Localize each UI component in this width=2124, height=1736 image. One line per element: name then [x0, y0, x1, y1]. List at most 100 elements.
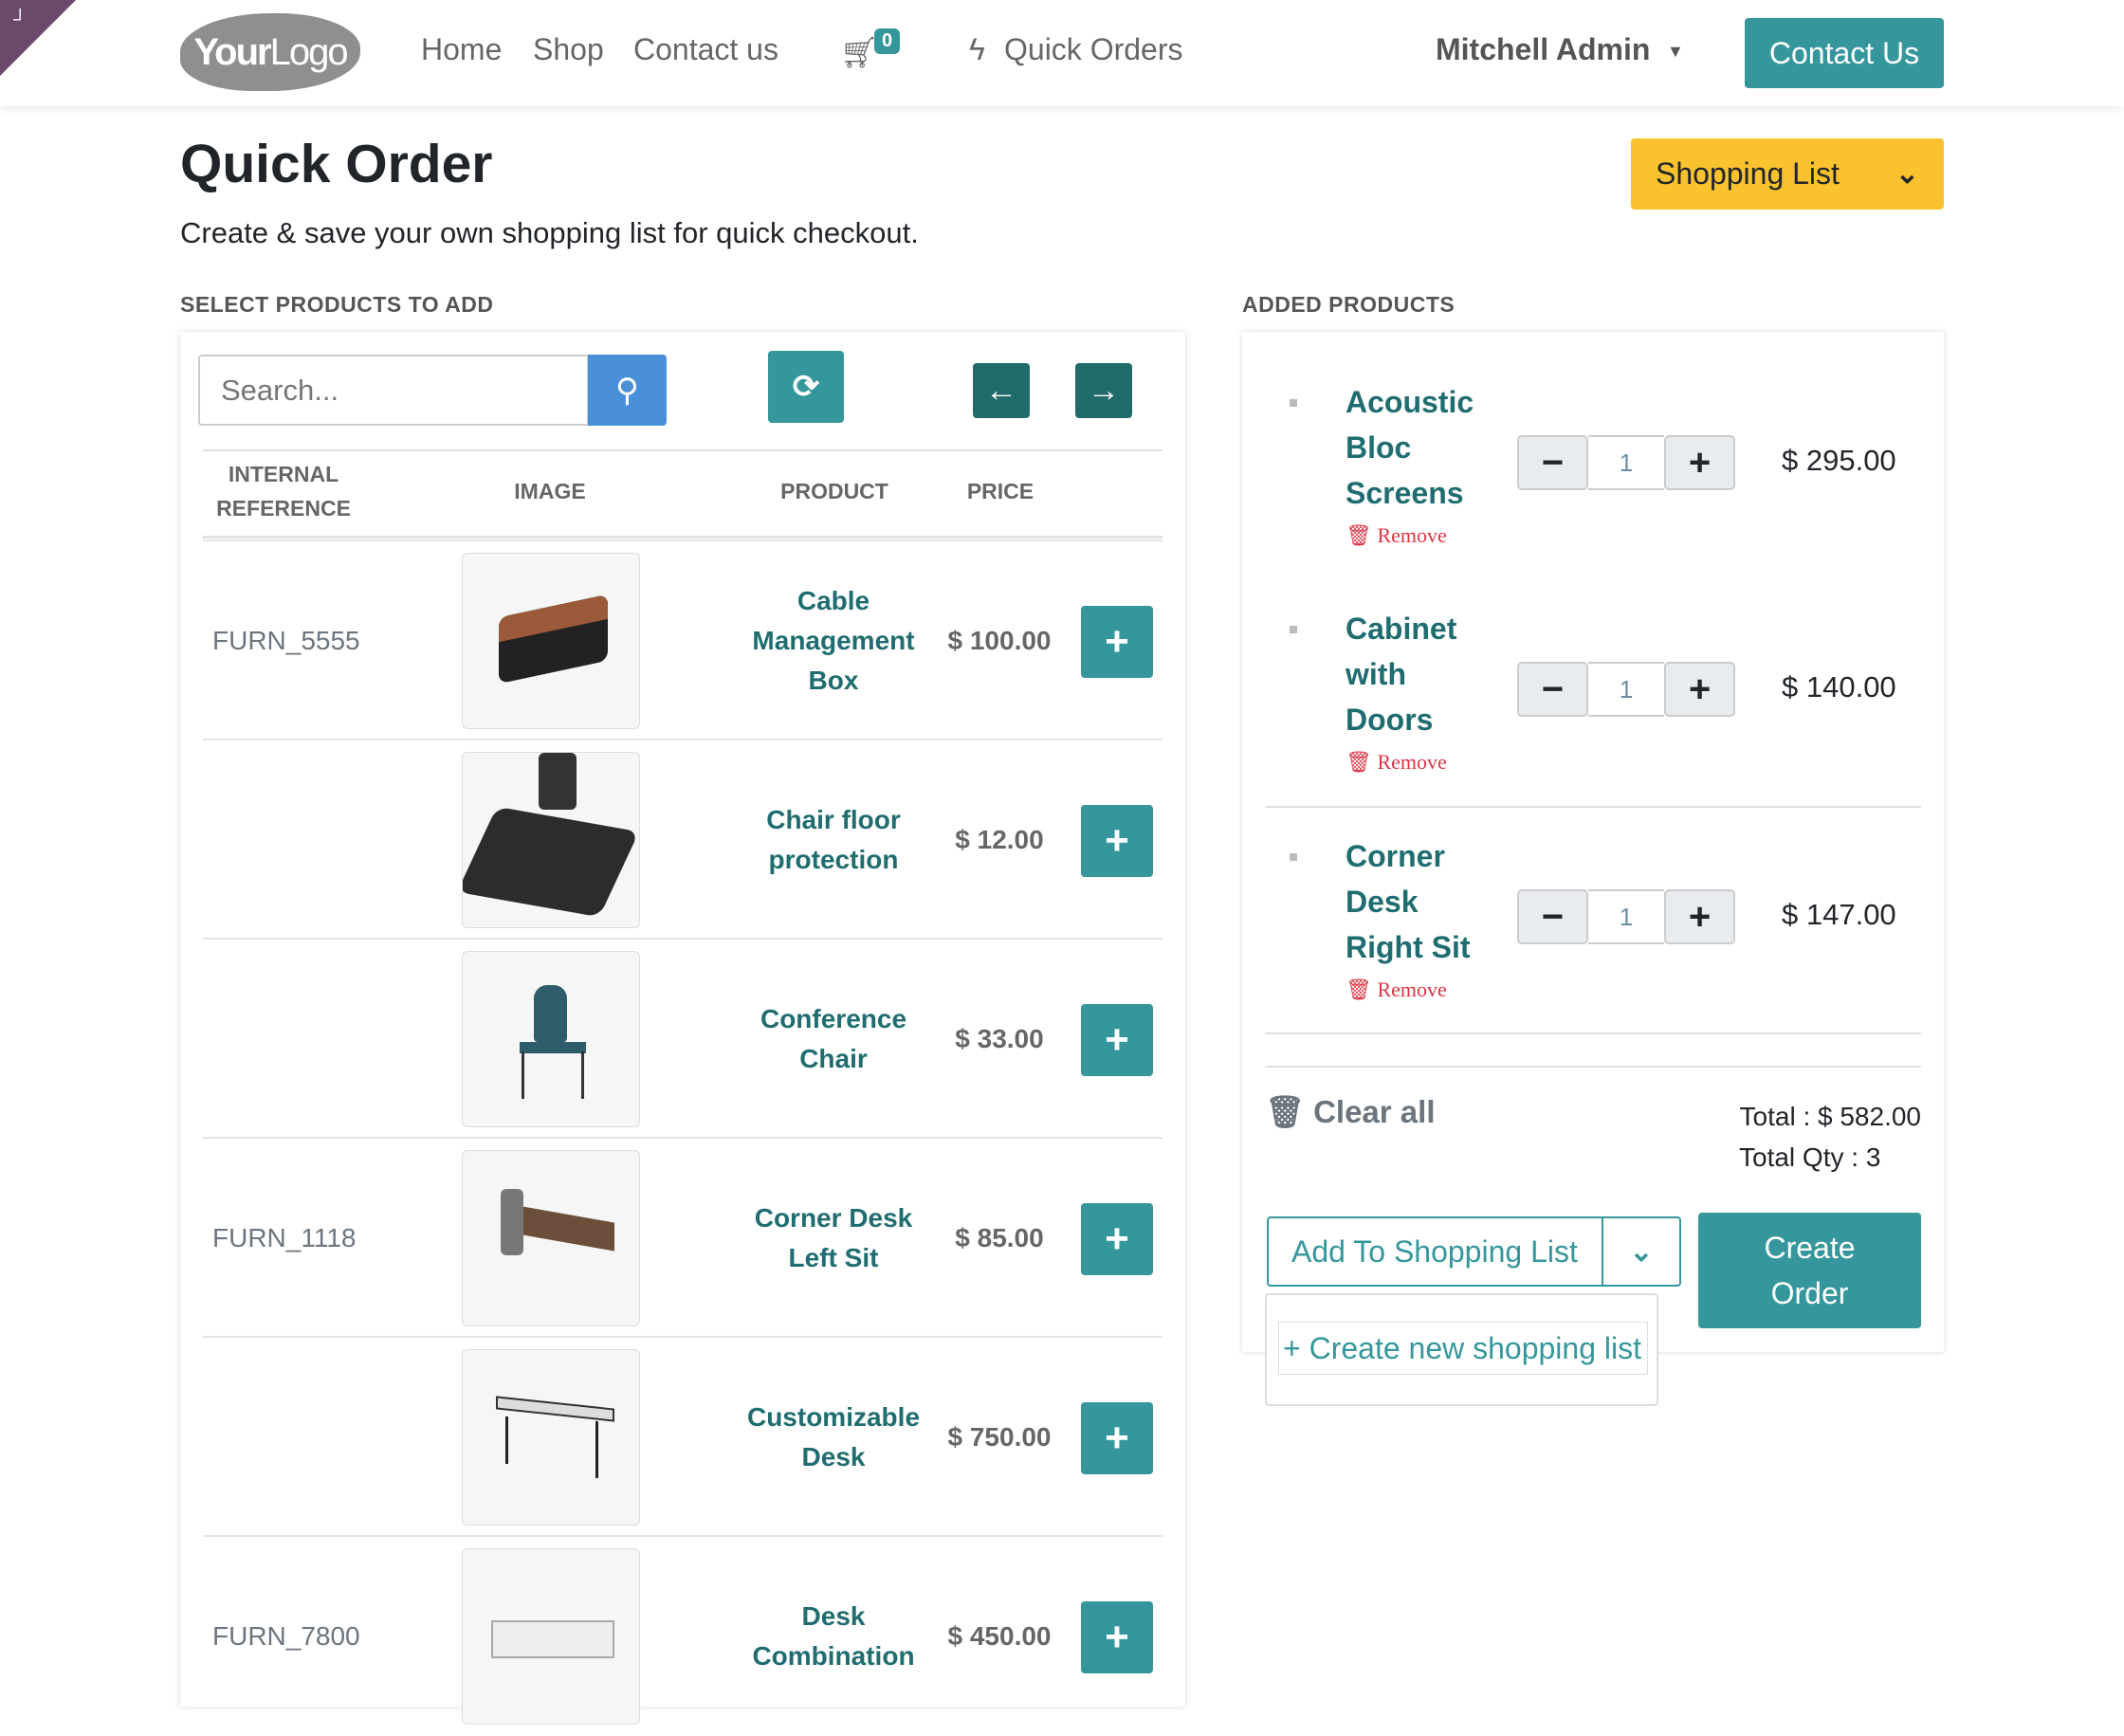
- qty-input[interactable]: 1: [1588, 435, 1664, 490]
- product-image: [462, 1548, 640, 1725]
- increase-qty-button[interactable]: +: [1664, 889, 1735, 944]
- clear-all-button[interactable]: 🗑︎ Clear all: [1265, 1094, 1436, 1131]
- added-item-name[interactable]: Acoustic Bloc Screens: [1346, 379, 1497, 516]
- arrow-right-icon: →: [1088, 373, 1120, 410]
- chevron-down-icon: ⌄: [1895, 157, 1919, 191]
- total-qty: Total Qty : 3: [1739, 1142, 1880, 1173]
- product-name[interactable]: Chair floor protection: [734, 740, 933, 940]
- header-internal-reference: INTERNAL REFERENCE: [203, 457, 364, 525]
- product-price: $ 750.00: [933, 1338, 1066, 1537]
- add-product-button[interactable]: +: [1081, 1601, 1153, 1673]
- header-price: PRICE: [929, 474, 1071, 508]
- refresh-button[interactable]: ⟳: [768, 351, 844, 423]
- plus-icon: +: [1105, 1415, 1129, 1462]
- decrease-qty-button[interactable]: −: [1517, 889, 1588, 944]
- bolt-icon: ϟ: [969, 32, 985, 67]
- caret-down-icon[interactable]: ▼: [1667, 42, 1684, 62]
- create-new-shopping-list-item[interactable]: + Create new shopping list: [1278, 1322, 1648, 1375]
- product-name[interactable]: Corner Desk Left Sit: [734, 1139, 933, 1338]
- quantity-stepper: − 1 +: [1517, 435, 1735, 490]
- product-row: Customizable Desk $ 750.00 +: [203, 1336, 1163, 1535]
- next-page-button[interactable]: →: [1075, 363, 1132, 418]
- add-product-button[interactable]: +: [1081, 805, 1153, 877]
- divider: [203, 536, 1163, 539]
- plus-icon: +: [1105, 618, 1129, 666]
- product-price: $ 12.00: [933, 740, 1066, 940]
- remove-item-button[interactable]: 🗑︎ Remove: [1346, 750, 1447, 775]
- shopping-list-dropdown-menu: + Create new shopping list: [1265, 1293, 1658, 1406]
- shopping-list-dropdown[interactable]: Shopping List ⌄: [1631, 138, 1944, 210]
- product-image: [462, 752, 640, 928]
- product-name[interactable]: Conference Chair: [734, 940, 933, 1139]
- divider: [1265, 806, 1921, 808]
- prev-page-button[interactable]: ←: [973, 363, 1030, 418]
- select-products-label: SELECT PRODUCTS TO ADD: [180, 292, 493, 318]
- added-item-name[interactable]: Corner Desk Right Sit: [1346, 833, 1497, 970]
- divider: [1265, 1032, 1921, 1034]
- trash-icon: 🗑︎: [1346, 750, 1372, 774]
- page-subtitle: Create & save your own shopping list for…: [180, 216, 919, 250]
- add-product-button[interactable]: +: [1081, 606, 1153, 678]
- cart-count-badge: 0: [874, 28, 900, 54]
- header-image: IMAGE: [455, 474, 645, 508]
- nav-contact[interactable]: Contact us: [633, 32, 778, 67]
- increase-qty-button[interactable]: +: [1664, 435, 1735, 490]
- nav-quick-orders[interactable]: Quick Orders: [1004, 32, 1182, 67]
- nav-shop[interactable]: Shop: [533, 32, 604, 67]
- add-product-button[interactable]: +: [1081, 1203, 1153, 1275]
- product-name[interactable]: Desk Combination: [734, 1537, 933, 1736]
- add-to-list-dropdown-toggle[interactable]: ⌄: [1602, 1218, 1679, 1285]
- search-input[interactable]: [198, 355, 589, 426]
- search-button[interactable]: ⚲: [588, 355, 667, 426]
- edit-corner[interactable]: ┘: [0, 0, 76, 76]
- remove-label: Remove: [1377, 750, 1446, 774]
- plus-icon: +: [1105, 817, 1129, 865]
- arrow-left-icon: ←: [985, 373, 1017, 410]
- plus-icon: +: [1105, 1016, 1129, 1064]
- remove-item-button[interactable]: 🗑︎ Remove: [1346, 978, 1447, 1002]
- nav-home[interactable]: Home: [421, 32, 502, 67]
- product-image: [462, 1349, 640, 1526]
- product-row: FURN_5555 Cable Management Box $ 100.00 …: [203, 539, 1163, 739]
- internal-reference: FURN_7800: [212, 1537, 360, 1736]
- added-item-price: $ 147.00: [1782, 898, 1896, 932]
- product-row: FURN_7800 Desk Combination $ 450.00 +: [203, 1535, 1163, 1734]
- qty-input[interactable]: 1: [1588, 662, 1664, 717]
- product-name[interactable]: Customizable Desk: [734, 1338, 933, 1537]
- added-item-price: $ 295.00: [1782, 444, 1896, 478]
- product-row: Chair floor protection $ 12.00 +: [203, 739, 1163, 938]
- product-row: Conference Chair $ 33.00 +: [203, 938, 1163, 1137]
- decrease-qty-button[interactable]: −: [1517, 662, 1588, 717]
- product-price: $ 33.00: [933, 940, 1066, 1139]
- add-product-button[interactable]: +: [1081, 1402, 1153, 1474]
- qty-input[interactable]: 1: [1588, 889, 1664, 944]
- divider: [203, 449, 1163, 451]
- product-price: $ 450.00: [933, 1537, 1066, 1736]
- create-order-button[interactable]: Create Order: [1698, 1213, 1921, 1328]
- clear-all-label: Clear all: [1313, 1094, 1435, 1129]
- internal-reference: FURN_5555: [212, 541, 360, 740]
- search-icon: ⚲: [615, 372, 639, 410]
- decrease-qty-button[interactable]: −: [1517, 435, 1588, 490]
- add-product-button[interactable]: +: [1081, 1004, 1153, 1076]
- header-product: PRODUCT: [740, 474, 929, 508]
- product-name[interactable]: Cable Management Box: [734, 541, 933, 740]
- item-thumbnail: [1290, 853, 1297, 861]
- contact-us-button[interactable]: Contact Us: [1745, 18, 1944, 88]
- add-to-shopping-list-button[interactable]: Add To Shopping List: [1269, 1218, 1602, 1285]
- shopping-list-label: Shopping List: [1656, 156, 1840, 192]
- added-item-name[interactable]: Cabinet with Doors: [1346, 606, 1497, 742]
- internal-reference: FURN_1118: [212, 1139, 356, 1338]
- product-image: [462, 553, 640, 729]
- refresh-icon: ⟳: [793, 368, 820, 406]
- user-menu[interactable]: Mitchell Admin: [1436, 32, 1650, 67]
- added-item-price: $ 140.00: [1782, 670, 1896, 704]
- item-thumbnail: [1290, 399, 1297, 407]
- remove-item-button[interactable]: 🗑︎ Remove: [1346, 523, 1447, 548]
- plus-icon: +: [1105, 1215, 1129, 1263]
- product-price: $ 100.00: [933, 541, 1066, 740]
- increase-qty-button[interactable]: +: [1664, 662, 1735, 717]
- cart-icon[interactable]: 🛒︎: [840, 34, 879, 70]
- logo[interactable]: YourLogo: [180, 13, 360, 91]
- quantity-stepper: − 1 +: [1517, 662, 1735, 717]
